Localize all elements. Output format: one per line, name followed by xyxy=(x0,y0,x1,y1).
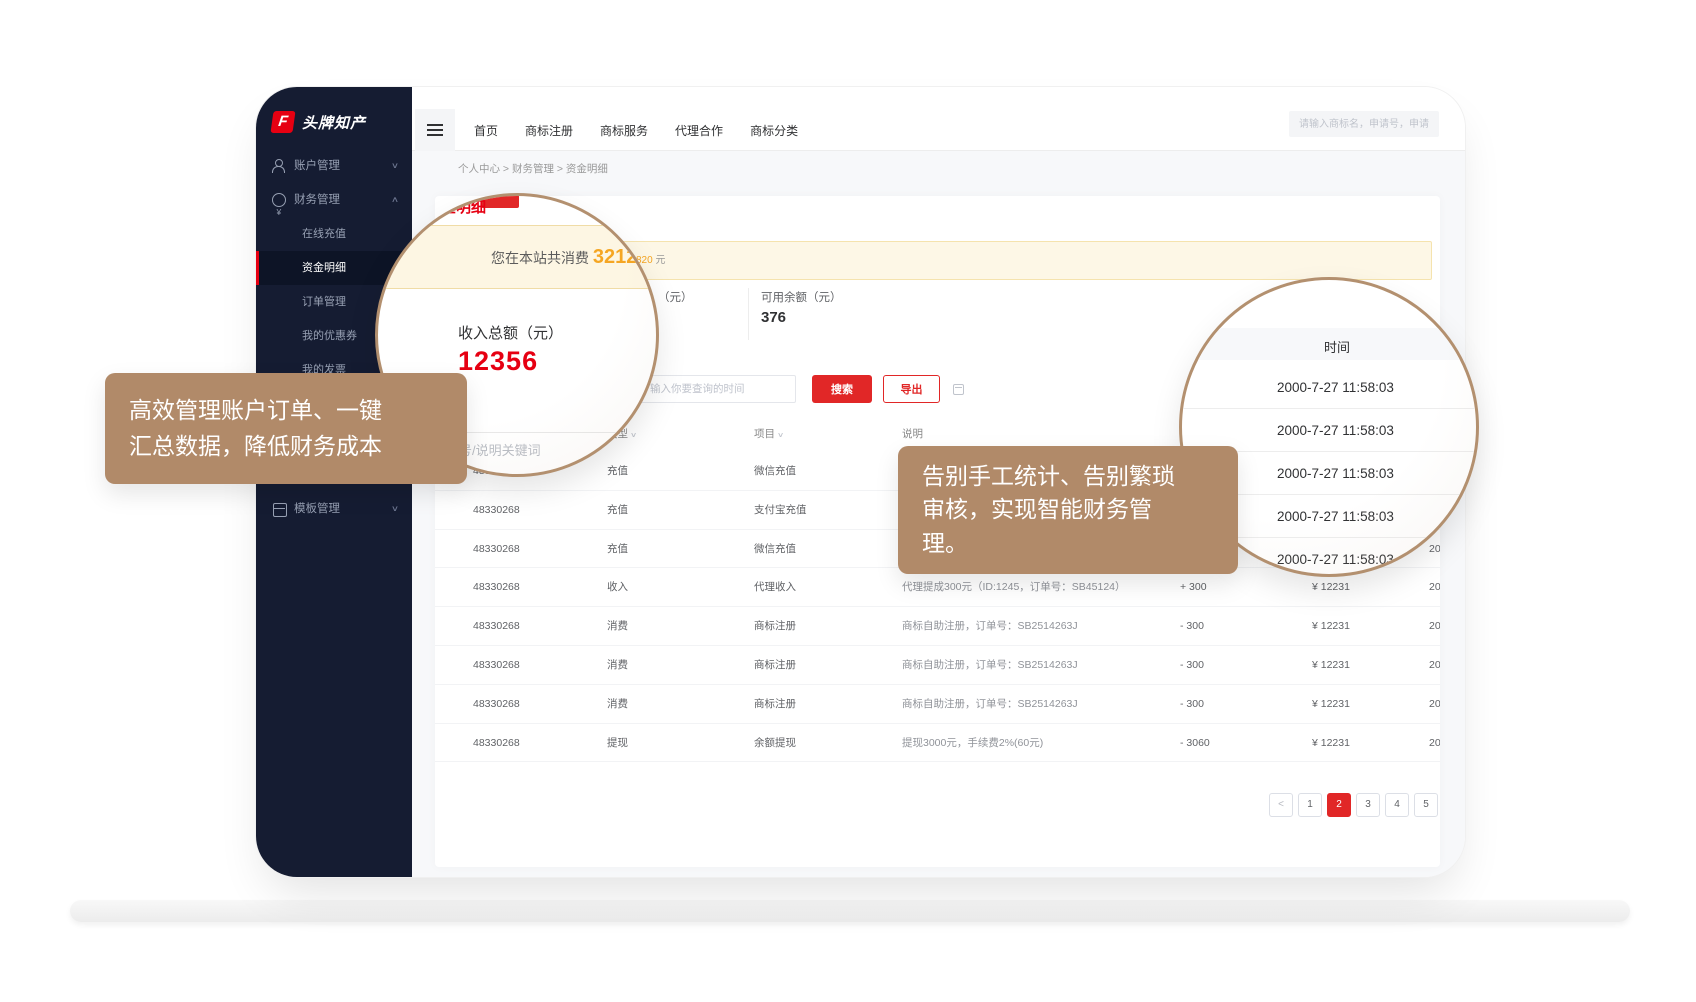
logo-icon: F xyxy=(270,111,295,133)
cell-description: 商标自助注册，订单号：SB2514263J xyxy=(902,607,1078,646)
page-buttons: 1 2 3 4 5 xyxy=(1298,793,1438,817)
cell-order-no: 48330268 xyxy=(473,530,520,569)
cell-type: 充值 xyxy=(607,491,628,530)
template-icon xyxy=(272,502,286,516)
sidebar-item[interactable]: 模板管理 ∨ xyxy=(256,492,412,526)
cell-balance: ¥ 12231 xyxy=(1312,646,1350,685)
cell-project: 商标注册 xyxy=(754,685,796,724)
cell-type: 消费 xyxy=(607,646,628,685)
table-row: 48330268 消费 商标注册 商标自助注册，订单号：SB2514263J -… xyxy=(435,685,1440,724)
cell-project: 商标注册 xyxy=(754,646,796,685)
column-header-desc: 说明 xyxy=(902,426,923,441)
cell-description: 提现3000元，手续费2%(60元) xyxy=(902,724,1043,763)
cell-type: 收入 xyxy=(607,568,628,607)
export-button[interactable]: 导出 xyxy=(883,375,940,403)
cell-amount: - 300 xyxy=(1180,685,1204,724)
table-row: 48330268 消费 商标注册 商标自助注册，订单号：SB2514263J -… xyxy=(435,607,1440,646)
sidebar-item-label: 模板管理 xyxy=(294,492,340,526)
cell-amount: + 300 xyxy=(1180,568,1207,607)
sidebar-item-label: 我的优惠券 xyxy=(302,319,357,353)
page-button[interactable]: 4 xyxy=(1385,793,1409,817)
nav-tab[interactable]: 首页 xyxy=(474,122,498,139)
cell-order-no: 48330268 xyxy=(473,646,520,685)
cell-type: 充值 xyxy=(607,530,628,569)
cell-order-no: 48330268 xyxy=(473,607,520,646)
chevron-icon: ∨ xyxy=(391,149,399,183)
nav-tab[interactable]: 商标分类 xyxy=(750,122,798,139)
cell-order-no: 48330268 xyxy=(473,568,520,607)
cell-description: 代理提成300元（ID:1245，订单号：SB45124） xyxy=(902,568,1126,607)
cell-type: 提现 xyxy=(607,724,628,763)
cell-project: 商标注册 xyxy=(754,607,796,646)
sidebar-item-label: 订单管理 xyxy=(302,285,346,319)
cell-project: 余额提现 xyxy=(754,724,796,763)
table-row: 48330268 提现 余额提现 提现3000元，手续费2%(60元) - 30… xyxy=(435,724,1440,763)
cell-time: 2000-7-27 11:58:03 xyxy=(1429,685,1440,724)
cell-time: 2000-7-27 11:58:03 xyxy=(1429,568,1440,607)
search-button[interactable]: 搜索 xyxy=(812,375,872,403)
cell-description: 商标自助注册，订单号：SB2514263J xyxy=(902,646,1078,685)
cell-order-no: 48330268 xyxy=(473,685,520,724)
sidebar-item-label: 资金明细 xyxy=(302,251,346,285)
cell-balance: ¥ 12231 xyxy=(1312,685,1350,724)
laptop-base xyxy=(70,900,1630,922)
sidebar-item-label: 在线充值 xyxy=(302,217,346,251)
tooltip-right: 告别手工统计、告别繁琐 审核，实现智能财务管 理。 xyxy=(898,446,1238,574)
breadcrumb: 个人中心 > 财务管理 > 资金明细 xyxy=(458,161,608,176)
tooltip-left: 高效管理账户订单、一键 汇总数据，降低财务成本 xyxy=(105,373,467,484)
sidebar-item-label: 账户管理 xyxy=(294,149,340,183)
table-row: 48330268 收入 代理收入 代理提成300元（ID:1245，订单号：SB… xyxy=(435,568,1440,607)
sidebar-item[interactable]: 账户管理 ∨ xyxy=(256,149,412,183)
finance-icon xyxy=(272,193,286,207)
consumption-total-label: （元） xyxy=(658,289,693,305)
page-button[interactable]: 5 xyxy=(1414,793,1438,817)
cell-description: 商标自助注册，订单号：SB2514263J xyxy=(902,685,1078,724)
prev-page-button[interactable]: < xyxy=(1269,793,1293,817)
cell-balance: ¥ 12231 xyxy=(1312,607,1350,646)
nav-tab[interactable]: 商标服务 xyxy=(600,122,648,139)
page-button[interactable]: 3 xyxy=(1356,793,1380,817)
available-balance-value: 376 xyxy=(761,309,786,326)
page-button[interactable]: 2 xyxy=(1327,793,1351,817)
hamburger-icon xyxy=(427,129,443,131)
available-balance-label: 可用余额（元） xyxy=(761,289,842,305)
chevron-icon: ∨ xyxy=(391,492,399,526)
nav-tabs: 首页 商标注册 商标服务 代理合作 商标分类 xyxy=(474,109,798,151)
user-icon xyxy=(272,159,286,173)
page-button[interactable]: 1 xyxy=(1298,793,1322,817)
cell-project: 代理收入 xyxy=(754,568,796,607)
nav-tab[interactable]: 商标注册 xyxy=(525,122,573,139)
cell-time: 2000-7-27 11:58:03 xyxy=(1429,724,1440,763)
cell-time: 2000-7-27 11:58:03 xyxy=(1429,646,1440,685)
cell-project: 微信充值 xyxy=(754,452,796,491)
top-nav: 首页 商标注册 商标服务 代理合作 商标分类 xyxy=(412,87,1466,151)
cell-order-no: 48330268 xyxy=(473,724,520,763)
logo[interactable]: F 头牌知产 xyxy=(256,87,412,149)
cell-type: 消费 xyxy=(607,607,628,646)
table-row: 48330268 消费 商标注册 商标自助注册，订单号：SB2514263J -… xyxy=(435,646,1440,685)
logo-text: 头牌知产 xyxy=(302,112,366,133)
menu-toggle-button[interactable] xyxy=(415,109,455,151)
page: F 头牌知产 账户管理 ∨ 财务管理 ∧ xyxy=(0,0,1696,1002)
sidebar-item[interactable]: 财务管理 ∧ xyxy=(256,183,412,217)
cell-time: 2000-7-27 11:58:03 xyxy=(1429,607,1440,646)
stats-divider xyxy=(748,288,749,340)
cell-balance: ¥ 12231 xyxy=(1312,724,1350,763)
calendar-icon[interactable] xyxy=(953,384,964,395)
column-header-project[interactable]: 项目∨ xyxy=(754,426,783,441)
cell-order-no: 48330268 xyxy=(473,491,520,530)
cell-project: 微信充值 xyxy=(754,530,796,569)
cell-amount: - 300 xyxy=(1180,646,1204,685)
chevron-icon: ∧ xyxy=(391,183,399,217)
sidebar-item-label: 财务管理 xyxy=(294,183,340,217)
sort-caret-icon: ∨ xyxy=(777,431,784,439)
cell-project: 支付宝充值 xyxy=(754,491,807,530)
cell-type: 消费 xyxy=(607,685,628,724)
trademark-search-input[interactable] xyxy=(1289,111,1439,137)
cell-amount: - 300 xyxy=(1180,607,1204,646)
nav-tab[interactable]: 代理合作 xyxy=(675,122,723,139)
cell-amount: - 3060 xyxy=(1180,724,1210,763)
pagination: < 1 2 3 4 5 xyxy=(1269,793,1438,817)
